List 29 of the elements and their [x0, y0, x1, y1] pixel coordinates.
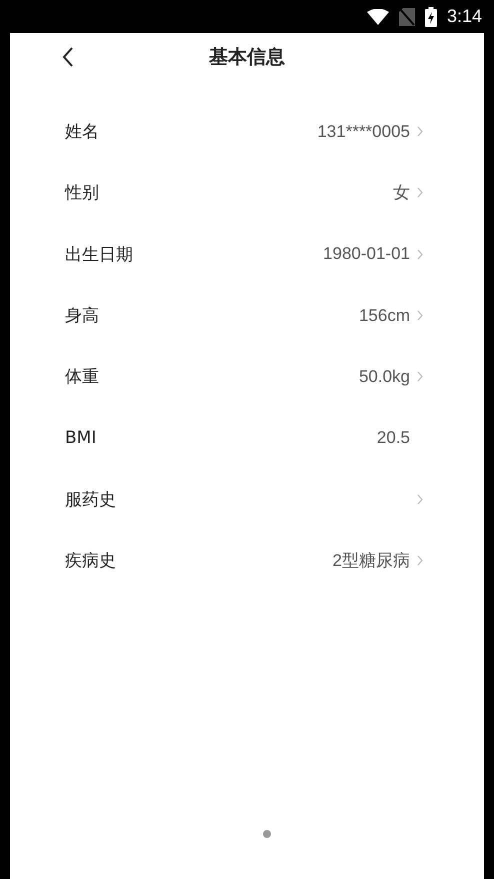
- field-label: 服药史: [65, 488, 117, 511]
- field-label: 姓名: [65, 121, 100, 144]
- field-label: 疾病史: [65, 550, 117, 572]
- field-value: 50.0kg: [358, 366, 410, 387]
- back-icon[interactable]: [62, 47, 74, 67]
- field-value: 156cm: [358, 306, 410, 326]
- field-value: 1980-01-01: [323, 244, 410, 264]
- chevron-right-icon[interactable]: [417, 187, 423, 198]
- field-label: 性别: [65, 182, 100, 204]
- field-value: 131****0005: [317, 122, 410, 142]
- page-title: 基本信息: [209, 45, 285, 70]
- page-indicator-dot: [263, 830, 271, 838]
- chevron-right-icon[interactable]: [417, 248, 423, 260]
- field-value: 女: [393, 182, 410, 204]
- chevron-right-icon[interactable]: [417, 494, 423, 505]
- field-value: 20.5: [376, 428, 410, 448]
- status-time: 3:14: [446, 6, 482, 27]
- field-label: 体重: [65, 366, 100, 388]
- field-label: 身高: [65, 305, 100, 328]
- chevron-right-icon[interactable]: [417, 371, 423, 382]
- field-label: 出生日期: [65, 244, 134, 266]
- wifi-icon: [366, 8, 389, 24]
- no-sim-icon: [398, 8, 415, 26]
- chevron-right-icon[interactable]: [417, 126, 423, 138]
- field-value: 2型糖尿病: [332, 550, 410, 572]
- chevron-right-icon[interactable]: [417, 555, 423, 566]
- field-label: BMI: [65, 428, 98, 448]
- battery-charging-icon: [424, 6, 437, 26]
- chevron-right-icon[interactable]: [417, 310, 423, 322]
